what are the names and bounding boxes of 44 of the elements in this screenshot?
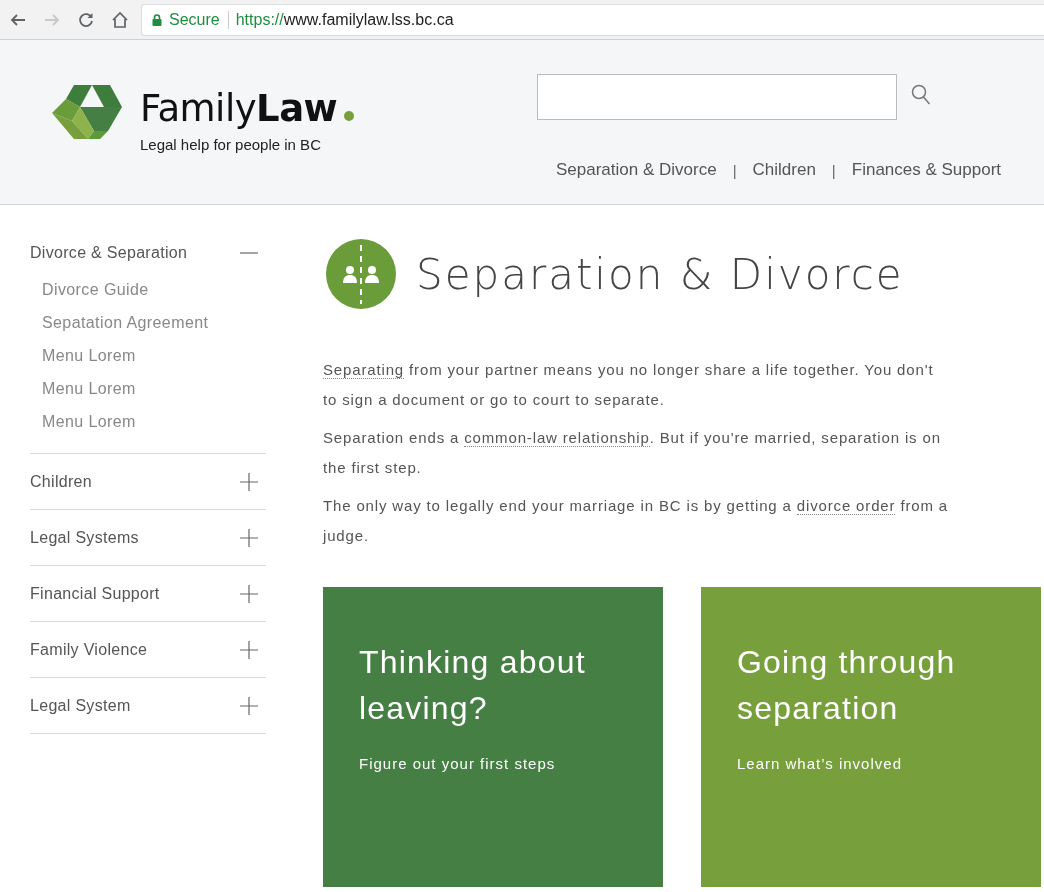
sidebar-item[interactable]: Family Violence: [30, 641, 148, 659]
expand-icon[interactable]: [240, 641, 258, 659]
nav-link[interactable]: Finances & Support: [851, 160, 1002, 180]
term-link[interactable]: common-law relationship: [464, 429, 650, 447]
card-title: Going through separation: [737, 643, 957, 728]
expand-icon[interactable]: [240, 697, 258, 715]
term-link[interactable]: divorce order: [796, 497, 896, 515]
sidebar-item[interactable]: Financial Support: [30, 585, 160, 603]
address-bar[interactable]: Secure https://www.familylaw.lss.bc.ca: [141, 3, 1044, 36]
sidebar-item[interactable]: Children: [30, 473, 92, 491]
lock-icon: [152, 13, 162, 26]
paragraph: Separation ends a common-law relationship. But if you're married, separation is on the first step.: [323, 428, 942, 478]
logo-wordmark[interactable]: FamilyLaw: [140, 82, 355, 136]
sidebar-subitem[interactable]: Menu Lorem: [42, 413, 266, 431]
card-subtitle: Figure out your first steps: [359, 755, 557, 772]
nav-separator: |: [831, 161, 836, 179]
sidebar-item[interactable]: Legal Systems: [30, 529, 139, 547]
home-icon[interactable]: [111, 10, 129, 29]
sidebar-subitem[interactable]: Divorce Guide: [42, 281, 266, 299]
page-title: Separation & Divorce: [416, 249, 904, 299]
url-text: https://www.familylaw.lss.bc.ca: [235, 10, 454, 29]
tagline: Legal help for people in BC: [140, 136, 322, 153]
reload-icon[interactable]: [77, 10, 95, 29]
expand-icon[interactable]: [240, 585, 258, 603]
nav-separator: |: [732, 161, 737, 179]
sidebar-subitem[interactable]: Sepatation Agreement: [42, 314, 266, 332]
people-icon: [326, 239, 396, 309]
card-subtitle: Learn what’s involved: [737, 755, 903, 772]
term-link[interactable]: Separating: [323, 361, 405, 379]
sidebar-item[interactable]: Divorce & Separation: [30, 244, 188, 262]
secure-label: Secure: [169, 10, 229, 29]
sidebar-subitem[interactable]: Menu Lorem: [42, 347, 266, 365]
search-icon[interactable]: [911, 84, 931, 106]
sidebar-item[interactable]: Legal System: [30, 697, 131, 715]
search-field[interactable]: [537, 74, 897, 120]
paragraph: Separating from your partner means you no longer share a life together. You don't to sign a document or go to court to separate.: [323, 360, 935, 410]
nav-link[interactable]: Separation & Divorce: [556, 160, 717, 180]
paragraph: The only way to legally end your marriage in BC is by getting a divorce order from a judge.: [323, 496, 949, 546]
card-title: Thinking about leaving?: [359, 643, 587, 728]
topic-card[interactable]: Thinking about leaving? Figure out your first steps: [323, 587, 663, 887]
expand-icon[interactable]: [240, 473, 258, 491]
sidebar-subitem[interactable]: Menu Lorem: [42, 380, 266, 398]
expand-icon[interactable]: [240, 529, 258, 547]
nav-link[interactable]: Children: [752, 160, 816, 180]
